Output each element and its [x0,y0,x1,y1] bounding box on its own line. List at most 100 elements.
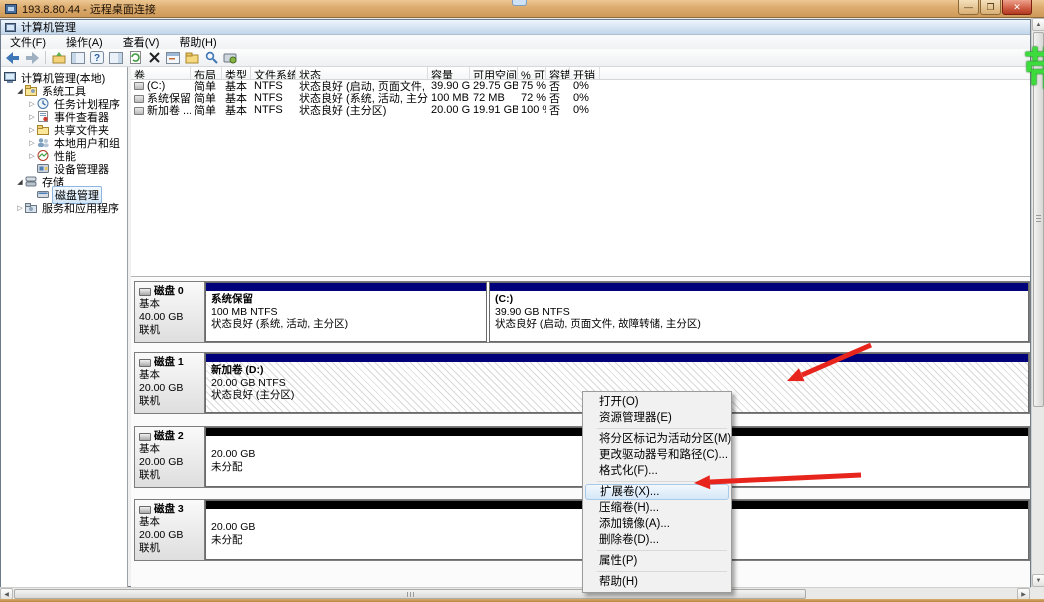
menu-item-add-mirror[interactable]: 添加镜像(A)... [583,516,731,532]
computer-icon [4,72,16,83]
cell-filesystem: NTFS [251,104,296,116]
partition-title: 系统保留 [211,293,486,306]
primary-partition-band [206,354,1028,362]
disk-size: 20.00 GB [139,529,200,542]
column-header-free-space[interactable]: 可用空间 [470,67,518,79]
cm-window-icon [5,23,16,32]
volume-context-menu: 打开(O) 资源管理器(E) 将分区标记为活动分区(M) 更改驱动器号和路径(C… [582,391,732,593]
rdp-vertical-scrollbar[interactable]: ▲ ▼ [1031,18,1044,587]
help-icon[interactable]: ? [89,50,105,65]
menu-item-explorer[interactable]: 资源管理器(E) [583,410,731,426]
cell-capacity: 100 MB [428,92,470,104]
up-level-icon[interactable] [51,50,67,65]
disk-name: 磁盘 3 [154,503,184,516]
system-tools-icon [25,85,37,96]
menu-item-shrink-volume[interactable]: 压缩卷(H)... [583,500,731,516]
volume-icon [134,107,144,115]
menu-file[interactable]: 文件(F) [7,34,49,50]
disk-management-pane: 卷 布局 类型 文件系统 状态 容量 可用空间 % 可用 容错 开销 (C:) … [131,67,1030,587]
column-header-capacity[interactable]: 容量 [428,67,470,79]
collapsed-arrow-icon[interactable]: ▷ [27,126,37,134]
volume-row-system-reserved[interactable]: 系统保留 简单 基本 NTFS 状态良好 (系统, 活动, 主分区) 100 M… [131,92,1030,104]
column-header-filesystem[interactable]: 文件系统 [251,67,296,79]
menu-item-change-drive-letter[interactable]: 更改驱动器号和路径(C)... [583,447,731,463]
properties-icon[interactable] [165,50,181,65]
collapsed-arrow-icon[interactable]: ▷ [15,204,25,212]
volume-row-c[interactable]: (C:) 简单 基本 NTFS 状态良好 (启动, 页面文件, 故障转储, 主分… [131,80,1030,92]
event-viewer-icon [37,111,49,122]
collapsed-arrow-icon[interactable]: ▷ [27,152,37,160]
disk-3-label[interactable]: 磁盘 3 基本 20.00 GB 联机 [135,500,205,560]
delete-icon[interactable] [146,50,162,65]
cell-filesystem: NTFS [251,80,296,92]
partition-system-reserved[interactable]: 系统保留 100 MB NTFS 状态良好 (系统, 活动, 主分区) [205,282,487,342]
collapsed-arrow-icon[interactable]: ▷ [27,113,37,121]
rdp-horizontal-scrollbar[interactable]: ◀ ▶ [0,587,1031,599]
expanded-arrow-icon[interactable]: ◢ [15,178,25,186]
cell-capacity: 39.90 GB [428,80,470,92]
rdp-title-bar[interactable]: 193.8.80.44 - 远程桌面连接 — ❐ ✕ [0,0,1044,18]
open-icon[interactable] [184,50,200,65]
disk-2-label[interactable]: 磁盘 2 基本 20.00 GB 联机 [135,427,205,487]
cell-free-space: 19.91 GB [470,104,518,116]
menu-help[interactable]: 帮助(H) [176,34,219,50]
toolbar-separator [45,51,46,64]
menu-action[interactable]: 操作(A) [63,34,106,50]
menu-item-open[interactable]: 打开(O) [583,394,731,410]
close-icon: ✕ [1013,3,1021,12]
cell-percent-free: 75 % [518,80,546,92]
console-tree-toggle-icon[interactable] [70,50,86,65]
cell-free-space: 29.75 GB [470,80,518,92]
cell-filesystem: NTFS [251,92,296,104]
volume-row-new-volume[interactable]: 新加卷 ... 简单 基本 NTFS 状态良好 (主分区) 20.00 GB 1… [131,104,1030,116]
collapsed-arrow-icon[interactable]: ▷ [27,139,37,147]
disk-settings-icon[interactable] [222,50,238,65]
collapsed-arrow-icon[interactable]: ▷ [27,100,37,108]
menu-item-format[interactable]: 格式化(F)... [583,463,731,479]
disk-0-graph: 系统保留 100 MB NTFS 状态良好 (系统, 活动, 主分区) (C:)… [205,282,1029,342]
vertical-scrollbar-thumb[interactable] [1033,32,1044,407]
column-header-volume[interactable]: 卷 [131,67,191,79]
menu-item-mark-partition-active[interactable]: 将分区标记为活动分区(M) [583,431,731,447]
menu-view[interactable]: 查看(V) [120,34,163,50]
menu-item-extend-volume[interactable]: 扩展卷(X)... [585,484,729,500]
column-header-percent-free[interactable]: % 可用 [518,67,546,79]
console-tree-pane: 计算机管理(本地) ◢ 系统工具 ▷ 任务计划程序 ▷ 事件查看器 ▷ 共享文件… [1,67,128,587]
cell-fault-tolerance: 否 [546,102,570,118]
disk-type: 基本 [139,369,200,382]
menu-item-help[interactable]: 帮助(H) [583,574,731,590]
scroll-up-icon[interactable]: ▲ [1032,18,1044,31]
disk-management-icon [37,189,49,200]
disk-type: 基本 [139,443,200,456]
disk-0-row: 磁盘 0 基本 40.00 GB 联机 系统保留 100 MB NTFS 状态良… [134,281,1030,343]
cell-overhead: 0% [570,80,600,92]
refresh-icon[interactable] [127,50,143,65]
rdp-title-text: 193.8.80.44 - 远程桌面连接 [22,1,156,17]
close-button[interactable]: ✕ [1002,0,1032,15]
scroll-down-icon[interactable]: ▼ [1032,574,1044,587]
action-pane-toggle-icon[interactable] [108,50,124,65]
cell-layout: 简单 [191,102,222,118]
forward-icon[interactable] [24,50,40,65]
rdp-pin-tab[interactable] [512,0,527,6]
minimize-button[interactable]: — [958,0,979,15]
minimize-icon: — [964,3,973,12]
volume-icon [134,82,144,90]
expanded-arrow-icon[interactable]: ◢ [15,87,25,95]
cm-title-bar[interactable]: 计算机管理 [1,20,1030,35]
back-icon[interactable] [5,50,21,65]
column-header-overhead[interactable]: 开销 [570,67,600,79]
disk-0-label[interactable]: 磁盘 0 基本 40.00 GB 联机 [135,282,205,342]
menu-separator [597,550,727,551]
primary-partition-band [490,283,1028,291]
partition-c-drive[interactable]: (C:) 39.90 GB NTFS 状态良好 (启动, 页面文件, 故障转储,… [489,282,1029,342]
disk-status: 联机 [139,324,200,337]
menu-item-delete-volume[interactable]: 删除卷(D)... [583,532,731,548]
menu-item-properties[interactable]: 属性(P) [583,553,731,569]
partition-title: (C:) [495,293,1028,306]
restore-button[interactable]: ❐ [980,0,1001,15]
find-icon[interactable] [203,50,219,65]
cell-type: 基本 [222,102,251,118]
tree-item-services-applications[interactable]: ▷ 服务和应用程序 [1,201,127,214]
disk-1-label[interactable]: 磁盘 1 基本 20.00 GB 联机 [135,353,205,413]
